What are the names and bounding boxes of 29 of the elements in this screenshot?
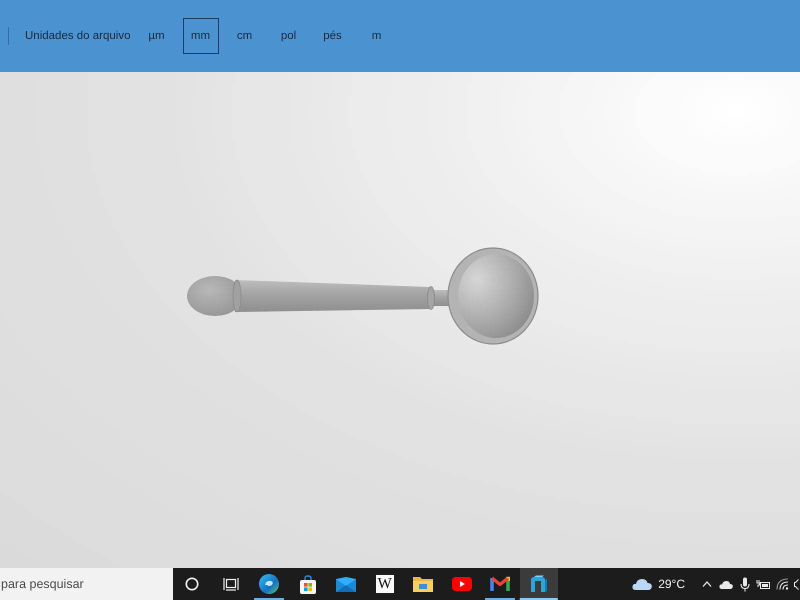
search-field[interactable]: para pesquisar — [0, 568, 173, 600]
microphone-icon — [740, 576, 750, 592]
chevron-up-icon — [702, 581, 712, 587]
units-label: Unidades do arquivo — [25, 30, 130, 42]
temperature-text: 29°C — [658, 577, 685, 591]
wifi-icon — [776, 578, 789, 590]
folder-icon — [413, 576, 434, 592]
swirl-logo-icon — [259, 574, 280, 594]
unit-button[interactable]: µm — [138, 18, 174, 54]
unit-button[interactable]: mm — [182, 18, 218, 54]
ring-icon — [185, 577, 200, 591]
unit-button[interactable]: pol — [270, 18, 306, 54]
letter-tile: W — [376, 575, 394, 593]
arch-logo-icon — [530, 575, 548, 593]
unit-button[interactable]: pés — [314, 18, 350, 54]
battery-icon — [756, 578, 771, 590]
m-logo-icon — [490, 576, 510, 592]
task-view-icon — [222, 577, 239, 591]
shopping-bag-icon — [298, 574, 317, 594]
taskbar-button[interactable] — [520, 568, 558, 600]
weather-button[interactable]: 29°C — [626, 568, 691, 600]
envelope-icon — [336, 576, 356, 592]
unit-button[interactable]: cm — [226, 18, 262, 54]
play-button-icon — [452, 577, 472, 591]
taskbar-button[interactable]: W — [366, 568, 404, 600]
speaker-icon — [794, 578, 799, 590]
cloud-icon — [718, 580, 732, 588]
unit-button[interactable]: m — [358, 18, 394, 54]
cloud-icon — [632, 578, 652, 590]
